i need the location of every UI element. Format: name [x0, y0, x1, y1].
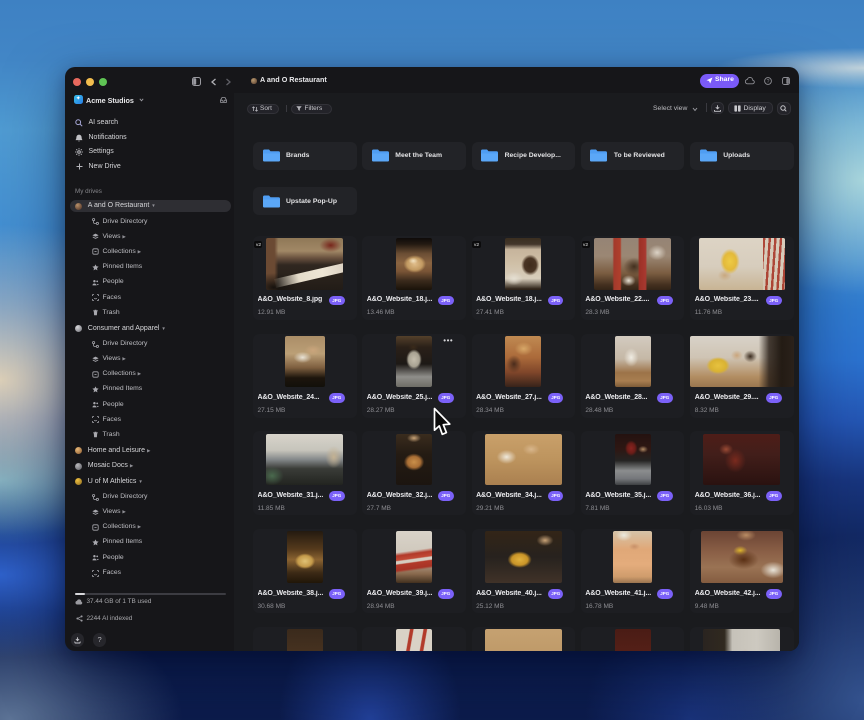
svg-text:?: ? [767, 79, 770, 85]
